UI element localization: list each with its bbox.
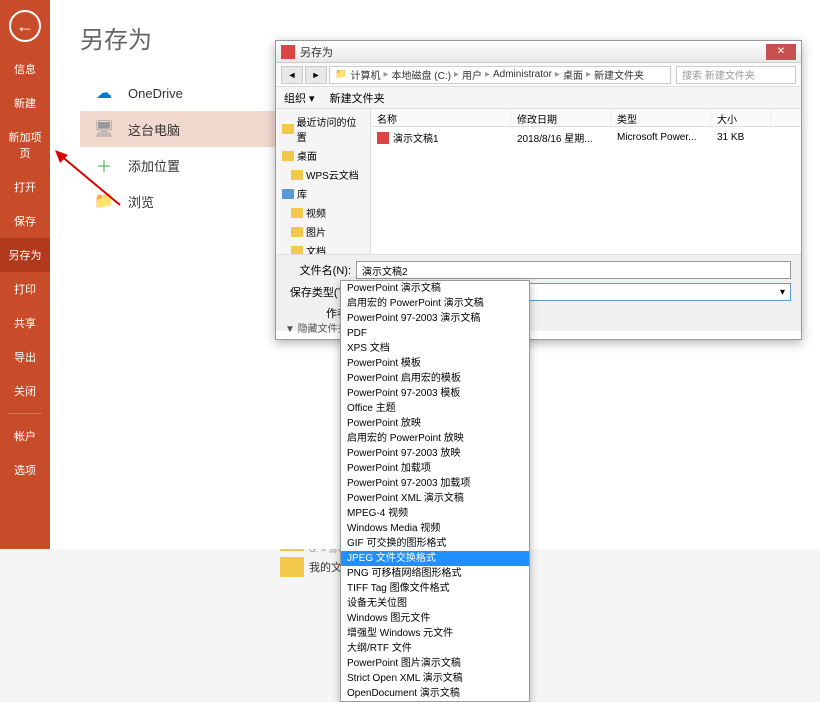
filetype-option[interactable]: PowerPoint 启用宏的模板: [341, 371, 529, 386]
folder-icon: 📁: [335, 69, 347, 80]
sidebar-item-9[interactable]: 关闭: [0, 374, 50, 408]
dialog-nav: ◄ ► 📁 计算机 ▸ 本地磁盘 (C:) ▸ 用户 ▸ Administrat…: [276, 63, 801, 87]
tree-item[interactable]: 图片: [279, 222, 367, 241]
col-type[interactable]: 类型: [611, 109, 711, 126]
tree-item[interactable]: 视频: [279, 203, 367, 222]
powerpoint-icon: [281, 45, 295, 59]
filetype-option[interactable]: 大纲/RTF 文件: [341, 641, 529, 656]
file-row[interactable]: 演示文稿12018/8/16 星期...Microsoft Power...31…: [371, 127, 801, 148]
tree-item[interactable]: 桌面: [279, 146, 367, 165]
breadcrumb[interactable]: 📁 计算机 ▸ 本地磁盘 (C:) ▸ 用户 ▸ Administrator ▸…: [329, 66, 671, 84]
folder-icon: [282, 124, 294, 134]
search-input[interactable]: 搜索 新建文件夹: [676, 66, 796, 84]
sidebar-item-6[interactable]: 打印: [0, 272, 50, 306]
filetype-option[interactable]: PowerPoint 97-2003 放映: [341, 446, 529, 461]
left-sidebar: ← 信息新建新加项页打开保存另存为打印共享导出关闭帐户选项: [0, 0, 50, 549]
breadcrumb-segment[interactable]: 用户: [462, 67, 482, 82]
filetype-option[interactable]: PowerPoint 97-2003 演示文稿: [341, 311, 529, 326]
nav-forward-button[interactable]: ►: [305, 66, 327, 84]
breadcrumb-segment[interactable]: Administrator: [493, 69, 552, 80]
close-button[interactable]: ✕: [766, 44, 796, 60]
tree-item[interactable]: 文档: [279, 241, 367, 254]
sidebar-item-2[interactable]: 新加项页: [0, 120, 50, 170]
filename-label: 文件名(N):: [286, 262, 351, 278]
filetype-option[interactable]: PowerPoint 97-2003 模板: [341, 386, 529, 401]
breadcrumb-segment[interactable]: 桌面: [563, 67, 583, 82]
tree-item[interactable]: 库: [279, 184, 367, 203]
back-arrow-button[interactable]: ←: [9, 10, 41, 42]
breadcrumb-segment[interactable]: 本地磁盘 (C:): [391, 67, 450, 82]
filetype-option[interactable]: PowerPoint 演示文稿: [341, 281, 529, 296]
new-folder-button[interactable]: 新建文件夹: [330, 90, 385, 106]
nav-back-button[interactable]: ◄: [281, 66, 303, 84]
filetype-option[interactable]: OpenDocument 演示文稿: [341, 686, 529, 701]
filetype-option[interactable]: JPEG 文件交换格式: [341, 551, 529, 566]
filetype-option[interactable]: PowerPoint 加载项: [341, 461, 529, 476]
file-icon: [377, 132, 389, 144]
filetype-option[interactable]: PowerPoint 97-2003 加载项: [341, 476, 529, 491]
hide-folders-toggle[interactable]: ▼ 隐藏文件夹: [285, 320, 348, 335]
folder-icon: [291, 208, 303, 218]
folder-tree[interactable]: 最近访问的位置桌面WPS云文档库视频图片文档音乐Administrator计算机…: [276, 109, 371, 254]
filetype-option[interactable]: PowerPoint 模板: [341, 356, 529, 371]
organize-button[interactable]: 组织 ▾: [284, 90, 315, 106]
sidebar-item-1[interactable]: 新建: [0, 86, 50, 120]
filetype-option[interactable]: PDF: [341, 326, 529, 341]
filetype-option[interactable]: Strict Open XML 演示文稿: [341, 671, 529, 686]
file-panel: 名称 修改日期 类型 大小 演示文稿12018/8/16 星期...Micros…: [371, 109, 801, 254]
sidebar-item-3[interactable]: 打开: [0, 170, 50, 204]
sidebar-item-0[interactable]: 信息: [0, 52, 50, 86]
folder-icon: [280, 557, 304, 577]
filetype-option[interactable]: 启用宏的 PowerPoint 放映: [341, 431, 529, 446]
dialog-toolbar: 组织 ▾ 新建文件夹: [276, 87, 801, 109]
filetype-option[interactable]: TIFF Tag 图像文件格式: [341, 581, 529, 596]
col-date[interactable]: 修改日期: [511, 109, 611, 126]
filetype-option[interactable]: MPEG-4 视频: [341, 506, 529, 521]
tree-item[interactable]: 最近访问的位置: [279, 112, 367, 146]
sidebar-item-10[interactable]: 帐户: [0, 419, 50, 453]
folder-icon: [291, 227, 303, 237]
filetype-option[interactable]: PNG 可移植网络图形格式: [341, 566, 529, 581]
sidebar-item-7[interactable]: 共享: [0, 306, 50, 340]
file-list-header: 名称 修改日期 类型 大小: [371, 109, 801, 127]
filetype-option[interactable]: 启用宏的 PowerPoint 演示文稿: [341, 296, 529, 311]
folder-icon: [291, 246, 303, 255]
folder-icon: [282, 151, 294, 161]
tree-item[interactable]: WPS云文档: [279, 165, 367, 184]
filetype-option[interactable]: XPS 文档: [341, 341, 529, 356]
col-size[interactable]: 大小: [711, 109, 771, 126]
filetype-option[interactable]: Windows Media 视频: [341, 521, 529, 536]
breadcrumb-segment[interactable]: 计算机: [350, 67, 380, 82]
filetype-option[interactable]: Office 主题: [341, 401, 529, 416]
filetype-option[interactable]: PowerPoint XML 演示文稿: [341, 491, 529, 506]
filetype-option[interactable]: 增强型 Windows 元文件: [341, 626, 529, 641]
location-icon: ＋: [92, 155, 116, 175]
sidebar-item-4[interactable]: 保存: [0, 204, 50, 238]
folder-icon: [282, 189, 294, 199]
filetype-option[interactable]: 设备无关位图: [341, 596, 529, 611]
breadcrumb-segment[interactable]: 新建文件夹: [594, 67, 644, 82]
sidebar-item-11[interactable]: 选项: [0, 453, 50, 487]
sidebar-item-5[interactable]: 另存为: [0, 238, 50, 272]
dialog-title: 另存为: [300, 44, 766, 60]
sidebar-item-8[interactable]: 导出: [0, 340, 50, 374]
filetype-option[interactable]: PowerPoint 图片演示文稿: [341, 656, 529, 671]
filetype-option[interactable]: Windows 图元文件: [341, 611, 529, 626]
filetype-option[interactable]: PowerPoint 放映: [341, 416, 529, 431]
location-icon: 📁: [92, 191, 116, 211]
location-icon: ☁: [92, 83, 116, 103]
location-icon: 🖥: [92, 119, 116, 139]
col-name[interactable]: 名称: [371, 109, 511, 126]
filename-input[interactable]: [356, 261, 791, 279]
folder-icon: [291, 170, 303, 180]
dialog-titlebar: 另存为 ✕: [276, 41, 801, 63]
filetype-dropdown[interactable]: PowerPoint 演示文稿启用宏的 PowerPoint 演示文稿Power…: [340, 280, 530, 702]
chevron-down-icon: ▾: [780, 287, 785, 298]
